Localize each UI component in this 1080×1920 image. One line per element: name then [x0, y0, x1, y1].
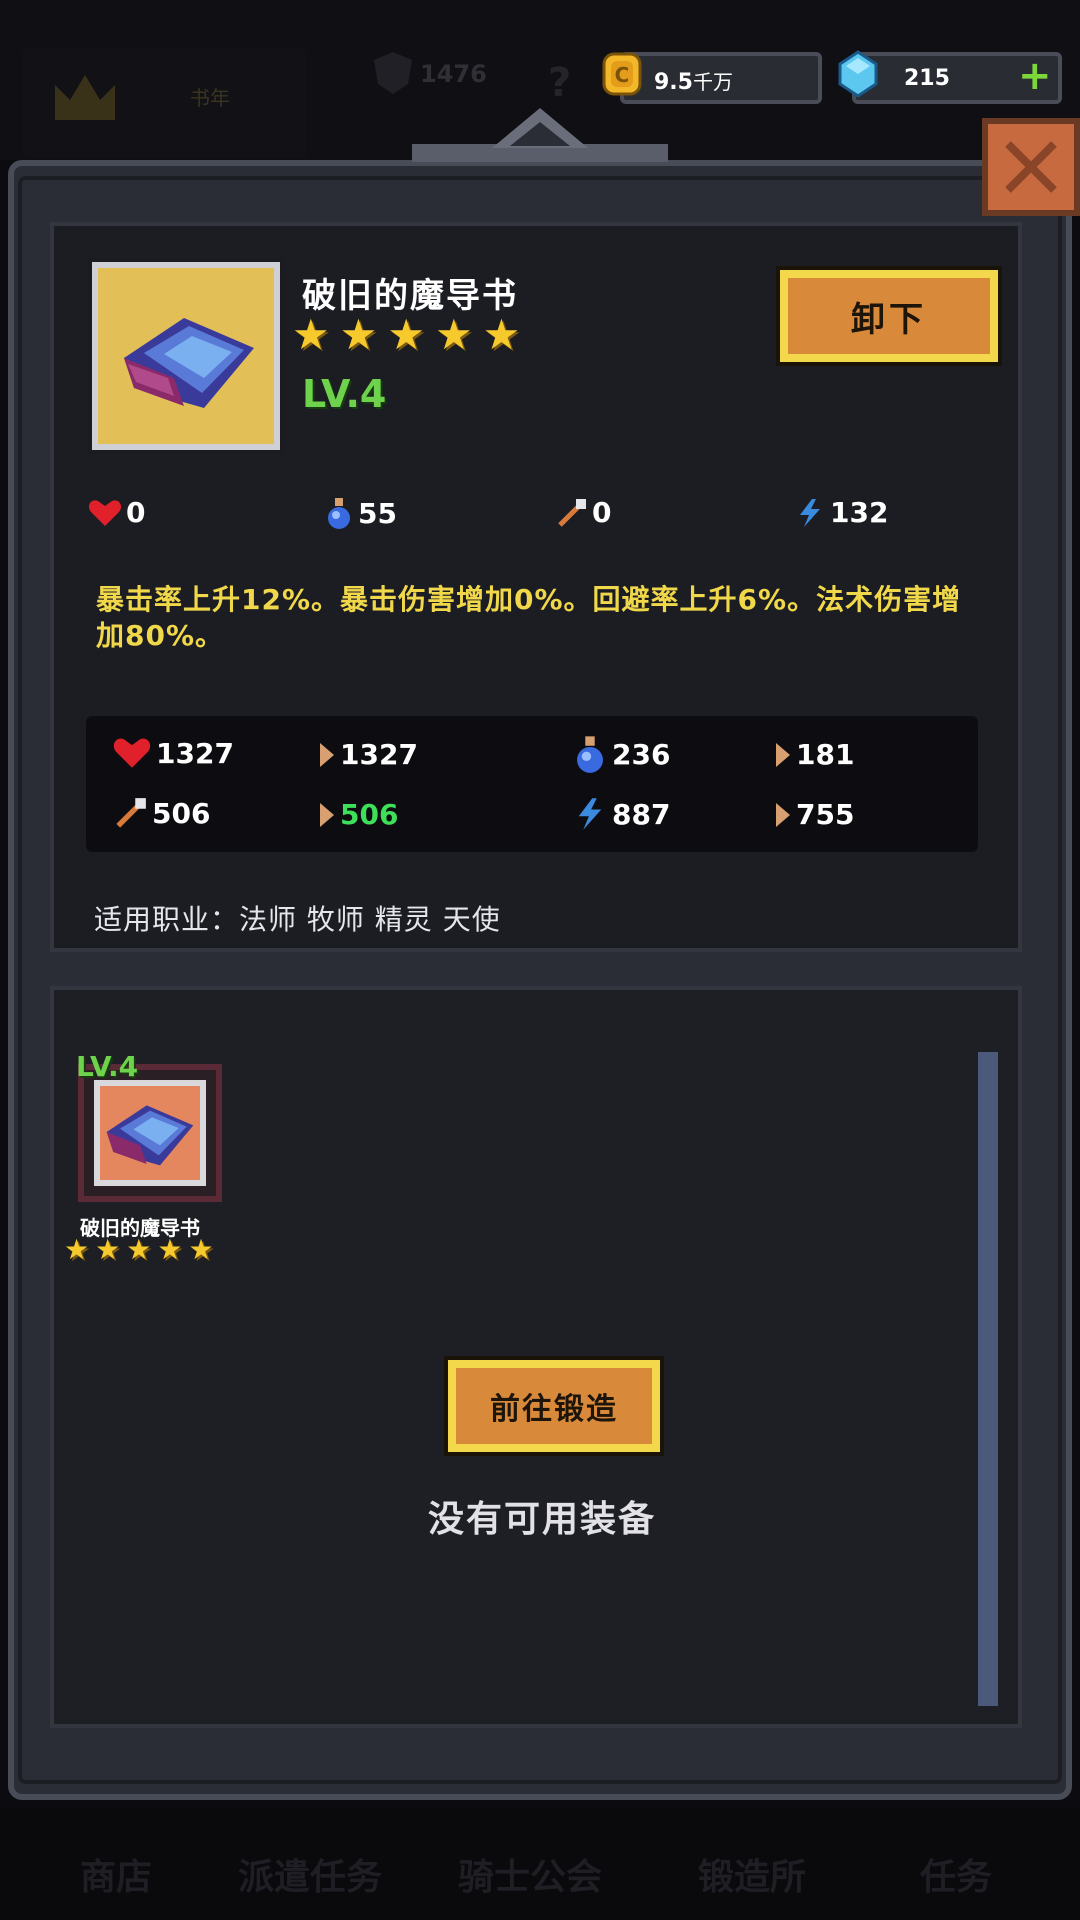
spellbook-icon — [124, 318, 254, 408]
total-attack-bonus: 506 — [320, 798, 398, 831]
potion-icon — [328, 498, 350, 529]
frame-ornament — [412, 108, 668, 162]
total-hp-bonus: 1327 — [320, 738, 418, 771]
total-mp-bonus: 181 — [776, 738, 854, 771]
tab-dispatch[interactable]: 派遣任务 — [238, 1848, 382, 1900]
stat-magic: 132 — [794, 496, 888, 529]
item-description: 暴击率上升12%。暴击伤害增加0%。回避率上升6%。法术伤害增加80%。 — [96, 583, 962, 652]
slot-portrait — [94, 1080, 206, 1186]
star-icon: ★ — [339, 310, 378, 359]
stat-hp: 0 — [88, 496, 145, 529]
stat-attack-value: 0 — [592, 496, 612, 529]
slot-level: LV.4 — [76, 1050, 139, 1083]
spellbook-icon — [106, 1105, 194, 1166]
star-icon: ★ — [95, 1233, 121, 1266]
total-mp-value: 236 — [612, 737, 671, 771]
total-magic-bonus-value: 755 — [796, 798, 855, 831]
item-stars: ★ ★ ★ ★ ★ — [292, 314, 520, 356]
sword-icon — [558, 498, 586, 527]
inventory-scrollbar[interactable] — [978, 1052, 998, 1706]
star-icon: ★ — [482, 310, 521, 359]
total-attack-value: 506 — [152, 796, 211, 830]
total-mp: 236 — [572, 734, 670, 774]
total-hp-bonus-value: 1327 — [340, 738, 418, 771]
star-icon: ★ — [387, 310, 425, 359]
lightning-icon — [800, 498, 820, 527]
total-magic-value: 887 — [612, 797, 671, 831]
unequip-button[interactable]: 卸下 — [776, 266, 1002, 366]
stat-mp: 55 — [324, 496, 397, 530]
star-icon: ★ — [64, 1233, 90, 1266]
slot-stars: ★ ★ ★ ★ ★ — [64, 1236, 214, 1264]
crown-icon — [55, 75, 115, 120]
shield-icon — [374, 52, 412, 94]
gold-amount: 9.5千万 — [654, 70, 733, 95]
stat-magic-value: 132 — [830, 496, 889, 529]
star-icon: ★ — [126, 1233, 152, 1266]
star-icon: ★ — [157, 1233, 183, 1266]
tab-guild[interactable]: 骑士公会 — [458, 1848, 602, 1900]
lightning-icon — [578, 798, 602, 830]
help-icon: ? — [548, 60, 572, 106]
tab-shop[interactable]: 商店 — [80, 1848, 152, 1900]
close-icon — [1005, 141, 1057, 193]
add-gems-button[interactable]: + — [1018, 56, 1052, 96]
potion-icon — [577, 736, 603, 773]
background-power-value: 1476 — [420, 60, 487, 88]
stat-mp-value: 55 — [358, 496, 397, 530]
go-forge-button[interactable]: 前往锻造 — [444, 1356, 664, 1456]
tab-forge[interactable]: 锻造所 — [698, 1848, 806, 1900]
gem-amount: 215 — [904, 66, 950, 91]
total-attack-bonus-value: 506 — [340, 798, 399, 831]
gold-counter: 9.5千万 — [620, 52, 822, 104]
item-portrait — [88, 258, 284, 454]
arrow-icon — [776, 802, 790, 827]
star-icon: ★ — [188, 1233, 214, 1266]
heart-icon — [113, 738, 151, 768]
star-icon: ★ — [434, 310, 473, 359]
total-hp: 1327 — [112, 736, 234, 770]
total-mp-bonus-value: 181 — [796, 738, 855, 771]
svg-text:C: C — [615, 63, 630, 87]
sword-icon — [116, 798, 146, 828]
applicable-classes: 适用职业：法师 牧师 精灵 天使 — [94, 903, 501, 936]
arrow-icon — [320, 802, 334, 827]
total-attack: 506 — [114, 796, 210, 830]
total-magic-bonus: 755 — [776, 798, 854, 831]
gem-icon — [838, 50, 878, 98]
arrow-icon — [320, 742, 334, 767]
stat-hp-value: 0 — [126, 496, 146, 529]
arrow-icon — [776, 742, 790, 767]
total-magic: 887 — [572, 796, 670, 832]
close-button[interactable] — [982, 118, 1080, 216]
star-icon: ★ — [292, 310, 330, 359]
total-hp-value: 1327 — [156, 736, 234, 770]
heart-icon — [88, 499, 122, 526]
tab-quest[interactable]: 任务 — [920, 1848, 992, 1900]
stat-attack: 0 — [556, 496, 611, 529]
item-level: LV.4 — [302, 372, 387, 416]
background-profile-text: 书年 — [190, 86, 230, 110]
coin-icon: C — [602, 52, 642, 96]
empty-inventory-message: 没有可用装备 — [428, 1499, 657, 1540]
inventory-item-slot[interactable] — [78, 1064, 222, 1202]
